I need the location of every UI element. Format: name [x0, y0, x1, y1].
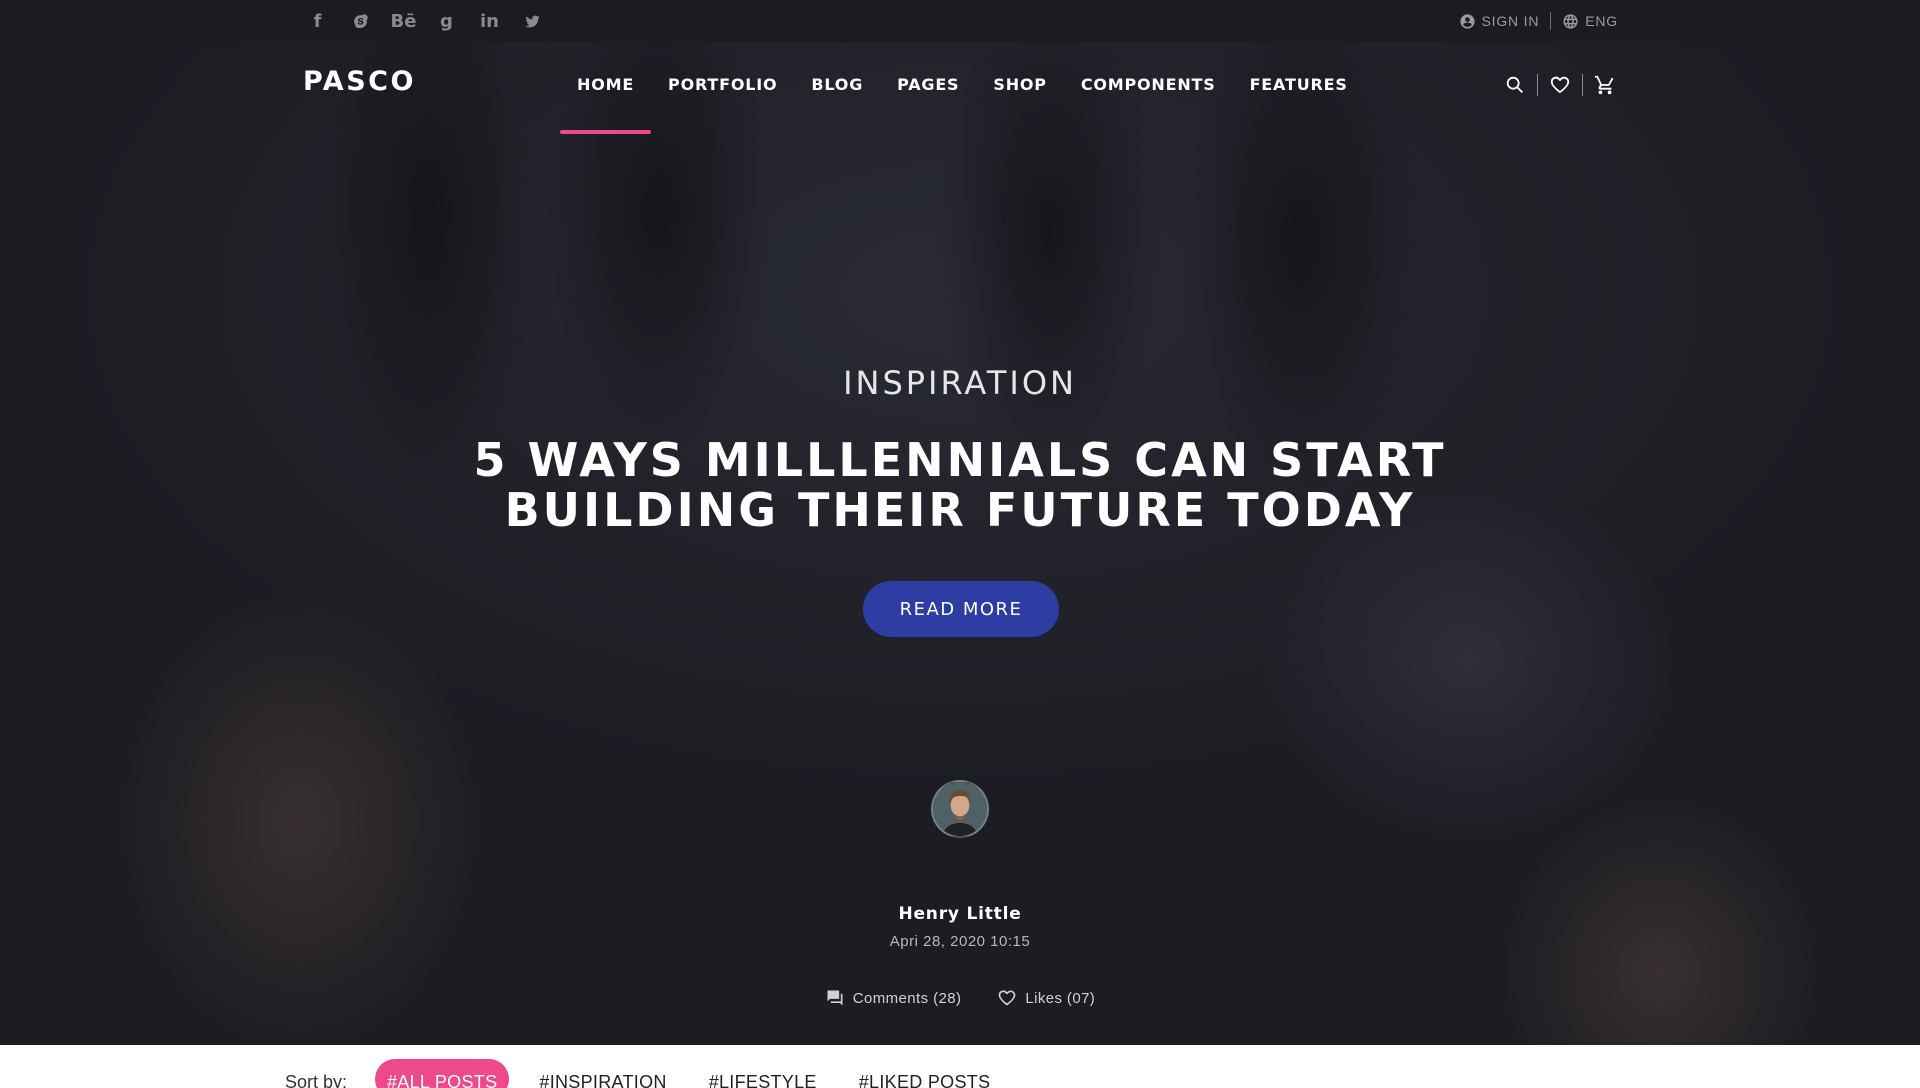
search-icon[interactable]: [1500, 70, 1530, 100]
filter-inspiration[interactable]: #INSPIRATION: [527, 1059, 678, 1088]
heart-icon[interactable]: [1545, 70, 1575, 100]
comments-count: Comments (28): [852, 989, 962, 1007]
top-utility-bar: f Bē g in SIGN IN ENG: [0, 0, 1920, 42]
post-title-line-2: BUILDING THEIR FUTURE TODAY: [504, 483, 1416, 537]
language-label: ENG: [1585, 13, 1618, 29]
globe-icon: [1563, 13, 1578, 29]
sort-filters: #ALL POSTS #INSPIRATION #LIFESTYLE #LIKE…: [375, 1059, 1002, 1088]
likes-count: Likes (07): [1025, 989, 1096, 1007]
sort-bar: Sort by: #ALL POSTS #INSPIRATION #LIFEST…: [0, 1045, 1920, 1088]
main-navigation: HOME PORTFOLIO BLOG PAGES SHOP COMPONENT…: [560, 64, 1365, 134]
filter-all-posts[interactable]: #ALL POSTS: [375, 1059, 510, 1088]
author-avatar[interactable]: [931, 780, 989, 838]
nav-home[interactable]: HOME: [560, 75, 652, 134]
facebook-icon[interactable]: f: [296, 0, 339, 42]
hero-section: PASCO HOME PORTFOLIO BLOG PAGES SHOP COM…: [0, 42, 1920, 1045]
behance-icon[interactable]: Bē: [382, 0, 425, 42]
author-name[interactable]: Henry Little: [0, 904, 1920, 924]
nav-pages[interactable]: PAGES: [880, 75, 976, 94]
user-icon: [1459, 13, 1475, 29]
divider: [1537, 74, 1538, 96]
likes-link[interactable]: Likes (07): [997, 988, 1095, 1008]
heart-icon: [999, 990, 1016, 1006]
divider: [1550, 12, 1552, 30]
linkedin-icon[interactable]: in: [468, 0, 511, 42]
post-category[interactable]: INSPIRATION: [0, 364, 1920, 402]
site-logo[interactable]: PASCO: [303, 66, 416, 97]
divider: [1582, 74, 1583, 96]
comments-icon: [827, 990, 843, 1006]
nav-shop[interactable]: SHOP: [976, 75, 1063, 94]
utility-links: SIGN IN ENG: [1459, 0, 1618, 42]
google-icon[interactable]: g: [425, 0, 468, 42]
sign-in-label: SIGN IN: [1481, 13, 1540, 29]
cart-icon[interactable]: [1590, 70, 1620, 100]
post-title-line-1: 5 WAYS MILLLENNIALS CAN START: [473, 433, 1447, 487]
filter-liked-posts[interactable]: #LIKED POSTS: [847, 1059, 1003, 1088]
post-title: 5 WAYS MILLLENNIALS CAN START BUILDING T…: [360, 435, 1560, 535]
post-meta: Comments (28) Likes (07): [0, 988, 1920, 1008]
social-links: f Bē g in: [296, 0, 554, 42]
sign-in-link[interactable]: SIGN IN: [1459, 13, 1540, 30]
nav-blog[interactable]: BLOG: [794, 75, 880, 94]
language-selector[interactable]: ENG: [1562, 13, 1618, 30]
header-tools: [1500, 70, 1620, 100]
nav-features[interactable]: FEATURES: [1233, 75, 1365, 94]
comments-link[interactable]: Comments (28): [825, 988, 962, 1008]
filter-lifestyle[interactable]: #LIFESTYLE: [697, 1059, 829, 1088]
hero-background-overlay: [0, 42, 1920, 1045]
sort-label: Sort by:: [285, 1072, 348, 1088]
read-more-button[interactable]: READ MORE: [863, 581, 1059, 637]
skype-icon[interactable]: [339, 0, 382, 42]
twitter-icon[interactable]: [511, 0, 554, 42]
nav-portfolio[interactable]: PORTFOLIO: [651, 75, 794, 94]
post-date: Apri 28, 2020 10:15: [889, 933, 1031, 950]
nav-components[interactable]: COMPONENTS: [1064, 75, 1233, 94]
